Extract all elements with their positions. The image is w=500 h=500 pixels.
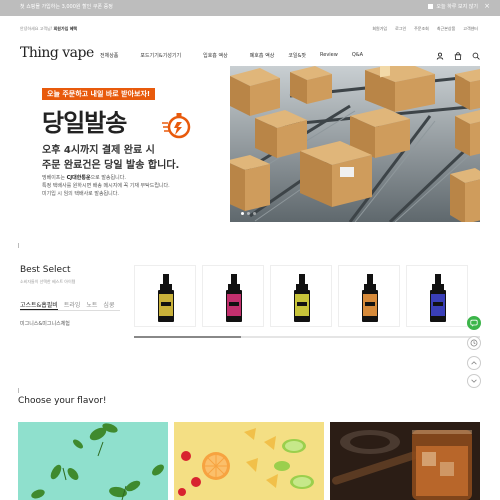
hero-dot-2[interactable] <box>247 212 250 215</box>
checkbox-icon[interactable] <box>428 4 434 9</box>
fruit-slices-image <box>174 422 324 500</box>
product-bottle-image <box>294 274 310 322</box>
flavor-card-fruit[interactable] <box>174 422 324 500</box>
product-card[interactable] <box>406 265 468 327</box>
scroll-top-button[interactable] <box>467 356 481 370</box>
hero-desc-courier: CJ대한통운 <box>66 175 91 181</box>
hero-desc-line3: 미기입 시 임의 택배사로 발송됩니다. <box>42 191 119 197</box>
chevron-up-icon <box>471 361 477 365</box>
dismiss-label: 오늘 하루 보지 않기 <box>436 4 478 10</box>
hero-image[interactable] <box>230 66 480 222</box>
product-card[interactable] <box>202 265 264 327</box>
close-icon[interactable]: × <box>484 2 490 10</box>
carousel-scrollbar[interactable] <box>134 336 480 338</box>
best-tab-3[interactable]: 노트 <box>86 300 97 310</box>
choose-flavor-title: Choose your flavor! <box>18 396 107 406</box>
tab-underline <box>20 310 120 311</box>
welcome-text: 안녕하세요 고객님! 회원가입 혜택 <box>20 26 77 32</box>
product-bottle-image <box>158 274 174 322</box>
util-link-login[interactable]: 로그인 <box>395 26 406 32</box>
best-select-subtitle: 소비자들이 선택한 베스트 아이템 <box>20 279 76 284</box>
best-brand-label: 미그니스&미그니스체험 <box>20 321 70 327</box>
hero-dot-3[interactable] <box>253 212 256 215</box>
clock-icon <box>162 113 191 139</box>
hero-description: 띵베이프는 CJ대한통운으로 발송됩니다. 특정 택배사를 원하시면 배송 메시… <box>42 174 170 198</box>
util-link-signup[interactable]: 회원가입 <box>372 26 387 32</box>
flavor-card-tobacco[interactable] <box>330 422 480 500</box>
util-link-recent[interactable]: 최근본상품 <box>437 26 455 32</box>
mint-leaves-image <box>18 422 168 500</box>
hero-desc-prefix: 띵베이프는 <box>42 175 66 181</box>
hero-tag: 오늘 주문하고 내일 바로 받아보자! <box>42 88 156 100</box>
flavor-card-mint[interactable] <box>18 422 168 500</box>
menu-item-coil[interactable]: 코일&팟 <box>288 52 306 59</box>
chevron-down-icon <box>471 379 477 383</box>
menu-item-qna[interactable]: Q&A <box>352 52 363 59</box>
welcome-prefix: 안녕하세요 고객님! <box>20 26 53 31</box>
nav-icons <box>436 52 480 60</box>
scroll-bottom-button[interactable] <box>467 374 481 388</box>
history-button[interactable] <box>467 336 481 350</box>
chat-button[interactable] <box>467 316 481 330</box>
util-link-order[interactable]: 주문조회 <box>414 26 429 32</box>
best-tab-4[interactable]: 심쿵 <box>103 300 114 310</box>
menu-item-all[interactable]: 전체상품 <box>100 52 118 59</box>
hero-dot-1[interactable] <box>241 212 244 215</box>
promo-bar: 첫 쇼핑몰 가입하는 3,000원 할인 쿠폰 증정 오늘 하루 보지 않기 × <box>0 0 500 16</box>
hero-title: 당일발송 <box>42 109 127 137</box>
utility-bar: 안녕하세요 고객님! 회원가입 혜택 회원가입 로그인 주문조회 최근본상품 고… <box>0 24 500 36</box>
welcome-benefit-link[interactable]: 회원가입 혜택 <box>54 26 77 31</box>
best-select-title: Best Select <box>20 265 71 275</box>
hero-subtitle-1: 오후 4시까지 결제 완료 시 <box>42 145 155 156</box>
user-icon[interactable] <box>436 52 444 60</box>
site-logo[interactable]: Thing vape <box>20 45 94 61</box>
product-card[interactable] <box>270 265 332 327</box>
product-bottle-image <box>430 274 446 322</box>
best-tab-1[interactable]: 고스트&흡필비 <box>20 300 58 310</box>
chat-icon <box>470 319 478 327</box>
cart-icon[interactable] <box>454 52 462 60</box>
menu-item-mtl[interactable]: 입호흡 액상 <box>203 52 228 59</box>
conveyor-boxes-image <box>230 66 480 222</box>
menu: 전체상품 포드기기&기성기기 입호흡 액상 폐호흡 액상 코일&팟 Review… <box>100 52 363 59</box>
menu-item-pod[interactable]: 포드기기&기성기기 <box>140 52 181 59</box>
tobacco-whiskey-image <box>330 422 480 500</box>
promo-text: 첫 쇼핑몰 가입하는 3,000원 할인 쿠폰 증정 <box>20 4 113 10</box>
util-link-support[interactable]: 고객센터 <box>463 26 478 32</box>
hero-desc-suffix: 으로 발송됩니다. <box>90 175 126 181</box>
section-divider <box>18 388 19 393</box>
hero-subtitle-2: 주문 완료건은 당일 발송 합니다. <box>42 160 180 171</box>
carousel-scroll-thumb[interactable] <box>134 336 242 338</box>
util-links: 회원가입 로그인 주문조회 최근본상품 고객센터 <box>372 26 478 32</box>
menu-item-review[interactable]: Review <box>320 52 338 59</box>
hero-desc-line2: 특정 택배사를 원하시면 배송 메시지에 꼭 기재 부탁드립니다. <box>42 183 170 189</box>
best-tabs: 고스트&흡필비 트라잉 노트 심쿵 <box>20 300 114 310</box>
search-icon[interactable] <box>472 52 480 60</box>
section-divider <box>18 243 19 248</box>
product-card[interactable] <box>134 265 196 327</box>
hero-pagination <box>241 212 256 215</box>
product-bottle-image <box>362 274 378 322</box>
dismiss-today[interactable]: 오늘 하루 보지 않기 <box>428 3 478 10</box>
menu-item-dtl[interactable]: 폐호흡 액상 <box>250 52 275 59</box>
best-tab-2[interactable]: 트라잉 <box>64 300 81 310</box>
product-carousel <box>134 265 500 335</box>
clock-icon <box>470 339 478 347</box>
product-bottle-image <box>226 274 242 322</box>
product-card[interactable] <box>338 265 400 327</box>
